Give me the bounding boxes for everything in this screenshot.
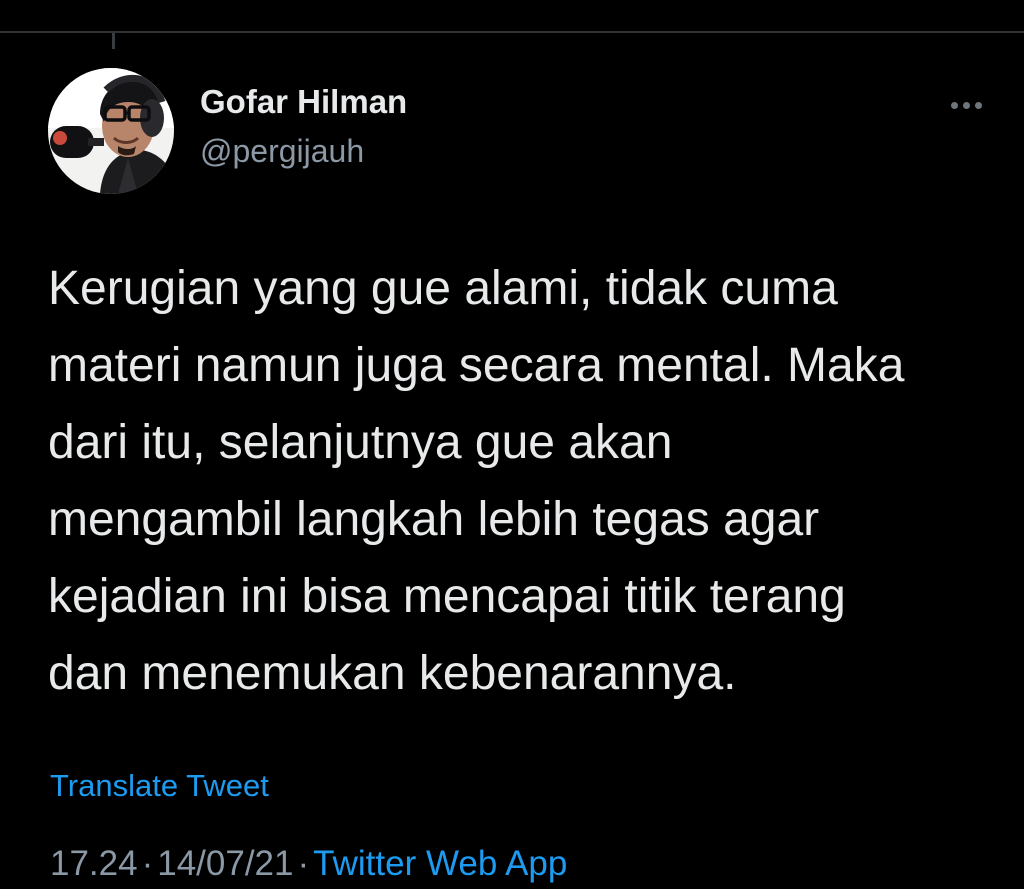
user-avatar-photo	[48, 68, 174, 194]
tweet-header: Gofar Hilman @pergijauh	[48, 68, 988, 194]
author-handle[interactable]: @pergijauh	[200, 131, 407, 171]
author-display-name[interactable]: Gofar Hilman	[200, 82, 407, 122]
meta-separator: ·	[297, 844, 310, 883]
thread-connector-line	[112, 33, 115, 49]
tweet-metadata: 17.24 · 14/07/21 · Twitter Web App	[50, 842, 567, 886]
more-horizontal-icon	[950, 101, 982, 109]
tweet-time[interactable]: 17.24	[50, 844, 138, 883]
tweet-text: Kerugian yang gue alami, tidak cuma mate…	[48, 262, 905, 700]
more-options-button[interactable]	[944, 96, 988, 114]
user-avatar[interactable]	[48, 68, 174, 194]
top-divider	[0, 31, 1024, 33]
translate-tweet-link[interactable]: Translate Tweet	[50, 766, 269, 806]
user-names: Gofar Hilman @pergijauh	[200, 82, 407, 171]
tweet-source-link[interactable]: Twitter Web App	[313, 844, 567, 883]
meta-separator: ·	[141, 844, 154, 883]
tweet-date[interactable]: 14/07/21	[157, 844, 293, 883]
